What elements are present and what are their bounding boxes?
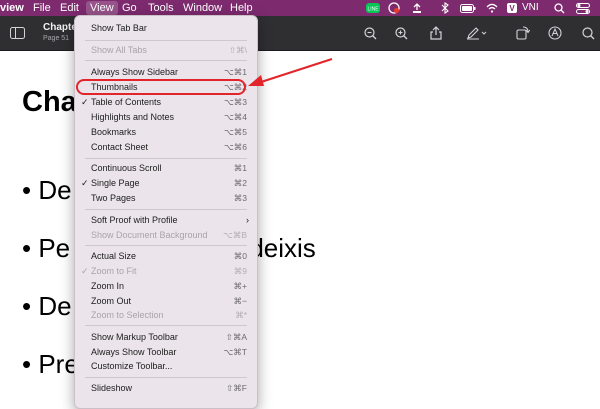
bluetooth-icon[interactable] bbox=[440, 2, 450, 14]
checkmark-icon: ✓ bbox=[81, 266, 89, 276]
menubar-view[interactable]: View bbox=[86, 1, 118, 15]
line-badge-text: LINE bbox=[367, 7, 379, 13]
checkmark-icon: ✓ bbox=[81, 97, 89, 107]
search-icon[interactable] bbox=[580, 25, 596, 41]
menu-separator bbox=[85, 245, 247, 246]
menu-item-zoom-in[interactable]: Zoom In ⌘+ bbox=[75, 279, 257, 293]
menu-item-zoom-out[interactable]: Zoom Out ⌘− bbox=[75, 294, 257, 308]
vni-input-icon[interactable]: V bbox=[506, 2, 518, 14]
menu-item-table-of-contents[interactable]: ✓ Table of Contents ⌥⌘3 bbox=[75, 95, 257, 109]
svg-text:V: V bbox=[509, 4, 515, 13]
chevron-right-icon: › bbox=[246, 215, 249, 225]
menu-item-contact-sheet[interactable]: Contact Sheet ⌥⌘6 bbox=[75, 140, 257, 154]
menu-item-show-all-tabs: Show All Tabs ⇧⌘\ bbox=[91, 45, 247, 55]
view-menu-dropdown: Show Tab Bar Show All Tabs ⇧⌘\ Always Sho… bbox=[74, 15, 258, 409]
menu-bar: view File Edit View Go Tools Window Help… bbox=[0, 0, 600, 16]
menubar-window[interactable]: Window bbox=[183, 2, 222, 14]
menu-item-single-page[interactable]: ✓ Single Page ⌘2 bbox=[75, 176, 257, 190]
menu-separator bbox=[85, 60, 247, 61]
annotate-icon[interactable] bbox=[547, 25, 563, 41]
menu-item-zoom-to-selection: Zoom to Selection ⌘* bbox=[91, 310, 247, 320]
upload-icon[interactable] bbox=[412, 2, 422, 14]
wifi-icon[interactable] bbox=[486, 2, 498, 14]
menu-item-always-show-toolbar[interactable]: Always Show Toolbar ⌥⌘T bbox=[75, 345, 257, 359]
checkmark-icon: ✓ bbox=[81, 178, 89, 188]
document-bullet-1: • De bbox=[22, 175, 72, 205]
menu-item-show-markup-toolbar[interactable]: Show Markup Toolbar ⇧⌘A bbox=[75, 330, 257, 344]
menu-item-slideshow[interactable]: Slideshow ⇧⌘F bbox=[75, 381, 257, 395]
menubar-go[interactable]: Go bbox=[122, 2, 137, 14]
menu-item-highlights-and-notes[interactable]: Highlights and Notes ⌥⌘4 bbox=[75, 110, 257, 124]
zoom-in-icon[interactable] bbox=[393, 25, 409, 41]
menu-item-show-tab-bar[interactable]: Show Tab Bar bbox=[75, 21, 257, 35]
menu-separator bbox=[85, 158, 247, 159]
menu-item-soft-proof-with-profile[interactable]: Soft Proof with Profile › bbox=[75, 213, 257, 227]
vni-label[interactable]: VNI bbox=[522, 2, 539, 14]
menubar-file[interactable]: File bbox=[33, 2, 51, 14]
menu-item-actual-size[interactable]: Actual Size ⌘0 bbox=[75, 249, 257, 263]
battery-icon[interactable] bbox=[460, 2, 476, 14]
menu-item-show-document-background: Show Document Background ⌥⌘B bbox=[91, 230, 247, 240]
menu-separator bbox=[85, 377, 247, 378]
menubar-edit[interactable]: Edit bbox=[60, 2, 79, 14]
line-app-icon[interactable]: LINE bbox=[366, 2, 380, 14]
document-bullet-4: • Pre bbox=[22, 349, 79, 379]
zoom-out-icon[interactable] bbox=[362, 25, 378, 41]
menu-item-bookmarks[interactable]: Bookmarks ⌥⌘5 bbox=[75, 125, 257, 139]
menu-item-continuous-scroll[interactable]: Continuous Scroll ⌘1 bbox=[75, 161, 257, 175]
document-title: Chapte bbox=[43, 22, 77, 33]
camera-record-icon[interactable] bbox=[388, 2, 400, 14]
rotate-icon[interactable] bbox=[515, 25, 531, 41]
menubar-tools[interactable]: Tools bbox=[148, 2, 174, 14]
thumbnails-highlight-annotation bbox=[76, 79, 246, 95]
document-page-label: Page 51 bbox=[43, 35, 70, 42]
menu-separator bbox=[85, 325, 247, 326]
menu-item-customize-toolbar[interactable]: Customize Toolbar... bbox=[75, 359, 257, 373]
menu-item-always-show-sidebar[interactable]: Always Show Sidebar ⌥⌘1 bbox=[75, 65, 257, 79]
annotation-arrow-icon bbox=[248, 57, 333, 86]
menu-separator bbox=[85, 40, 247, 41]
menu-item-zoom-to-fit: ✓ Zoom to Fit ⌘9 bbox=[81, 266, 247, 276]
menubar-app-name[interactable]: view bbox=[0, 2, 24, 14]
markup-pen-icon[interactable] bbox=[466, 25, 488, 41]
spotlight-icon[interactable] bbox=[553, 2, 565, 14]
menu-separator bbox=[85, 209, 247, 210]
sidebar-toggle-icon[interactable] bbox=[10, 25, 26, 41]
control-center-icon[interactable] bbox=[576, 2, 590, 14]
menu-item-two-pages[interactable]: Two Pages ⌘3 bbox=[75, 191, 257, 205]
menubar-help[interactable]: Help bbox=[230, 2, 253, 14]
share-icon[interactable] bbox=[428, 25, 444, 41]
